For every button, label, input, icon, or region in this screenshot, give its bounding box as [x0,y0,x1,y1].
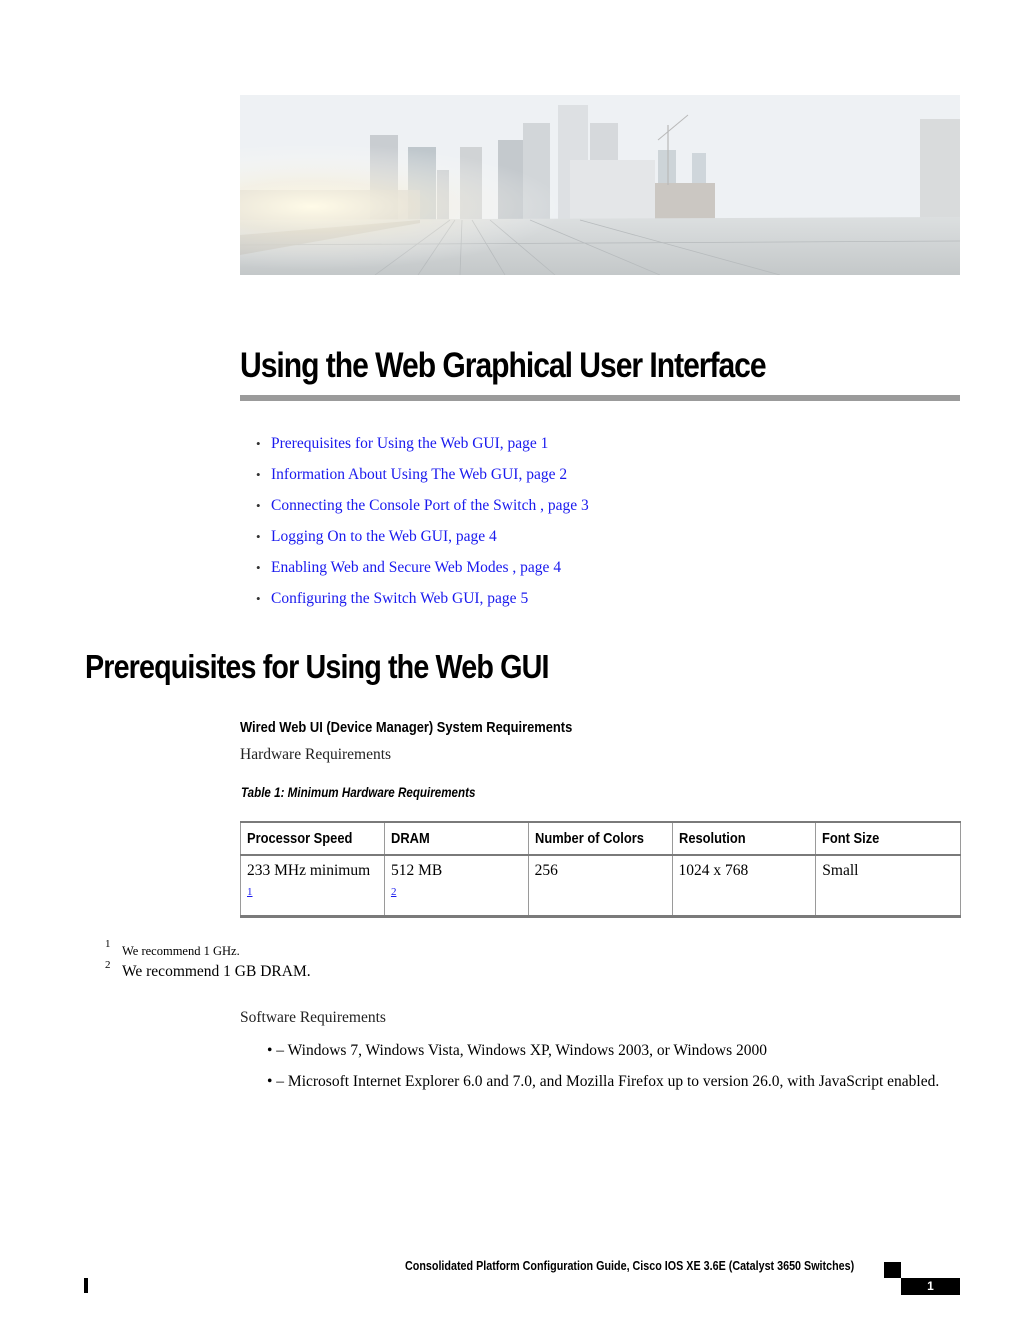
toc-link-information[interactable]: Information About Using The Web GUI, pag… [271,466,567,483]
toc-link-prerequisites[interactable]: Prerequisites for Using the Web GUI, pag… [271,435,548,452]
cell-value: Small [822,862,859,879]
footnote-ref-link[interactable]: 1 [247,881,378,903]
list-item: • – Microsoft Internet Explorer 6.0 and … [267,1073,940,1090]
hardware-requirements-table: Processor Speed DRAM Number of Colors Re… [240,821,961,918]
table-caption: Table 1: Minimum Hardware Requirements [241,785,476,800]
footnote: 2 We recommend 1 GB DRAM. [105,959,311,981]
footnote-number: 2 [105,959,111,971]
toc-link-configuring[interactable]: Configuring the Switch Web GUI, page 5 [271,590,528,607]
software-requirements-label: Software Requirements [240,1009,386,1026]
table-cell: 512 MB 2 [383,855,529,918]
cell-value: 233 MHz minimum [247,862,371,879]
footnote-text: We recommend 1 GB DRAM. [122,963,311,980]
chapter-title: Using the Web Graphical User Interface [240,346,767,385]
hardware-requirements-label: Hardware Requirements [240,746,392,763]
bullet-icon: • [256,591,261,606]
toc-item: • Enabling Web and Secure Web Modes , pag… [256,557,589,588]
bullet-icon: • [256,436,261,451]
column-header: Font Size [815,821,961,856]
toc-link-logging-on[interactable]: Logging On to the Web GUI, page 4 [271,528,497,545]
toc-item: • Prerequisites for Using the Web GUI, pa… [256,433,589,464]
toc-item: • Connecting the Console Port of the Swit… [256,495,589,526]
table-cell: 256 [527,855,673,918]
table-header-row: Processor Speed DRAM Number of Colors Re… [240,821,961,856]
footer-marker [884,1262,901,1278]
skyline-illustration [240,95,960,275]
footer-guide-title: Consolidated Platform Configuration Guid… [405,1259,855,1273]
page-number: 1 [901,1278,960,1295]
footnote-ref-link[interactable]: 2 [391,881,522,903]
column-header: Number of Colors [527,821,673,856]
bullet-icon: • [256,467,261,482]
title-divider [240,395,960,401]
toc-item: • Logging On to the Web GUI, page 4 [256,526,589,557]
toc-item: • Configuring the Switch Web GUI, page 5 [256,588,589,619]
toc-link-console-port[interactable]: Connecting the Console Port of the Switc… [271,497,589,514]
table-cell: Small [815,855,961,918]
column-header: Resolution [671,821,817,856]
list-item: • – Windows 7, Windows Vista, Windows XP… [267,1042,767,1059]
cell-value: 512 MB [390,862,443,879]
footnote: 1 We recommend 1 GHz. [105,938,240,960]
table-row: 233 MHz minimum 1 512 MB 2 256 1024 x 76… [240,855,961,918]
bullet-icon: • [256,529,261,544]
section-title: Prerequisites for Using the Web GUI [85,648,549,685]
cell-value: 1024 x 768 [678,862,749,879]
column-header: DRAM [383,821,529,856]
section-subheading: Wired Web UI (Device Manager) System Req… [240,719,573,736]
toc-item: • Information About Using The Web GUI, pa… [256,464,589,495]
software-requirements-list: • – Windows 7, Windows Vista, Windows XP… [267,1041,957,1103]
footnote-number: 1 [105,938,111,950]
table-cell: 1024 x 768 [671,855,817,918]
table-cell: 233 MHz minimum 1 [240,855,385,918]
column-header: Processor Speed [240,821,385,856]
hero-image [240,95,960,275]
cell-value: 256 [534,862,558,879]
footnote-text: We recommend 1 GHz. [122,944,240,958]
footer-change-bar [84,1278,88,1293]
bullet-icon: • [256,498,261,513]
bullet-icon: • [256,560,261,575]
chapter-toc: • Prerequisites for Using the Web GUI, pa… [256,433,589,619]
toc-link-web-modes[interactable]: Enabling Web and Secure Web Modes , page… [271,559,561,576]
